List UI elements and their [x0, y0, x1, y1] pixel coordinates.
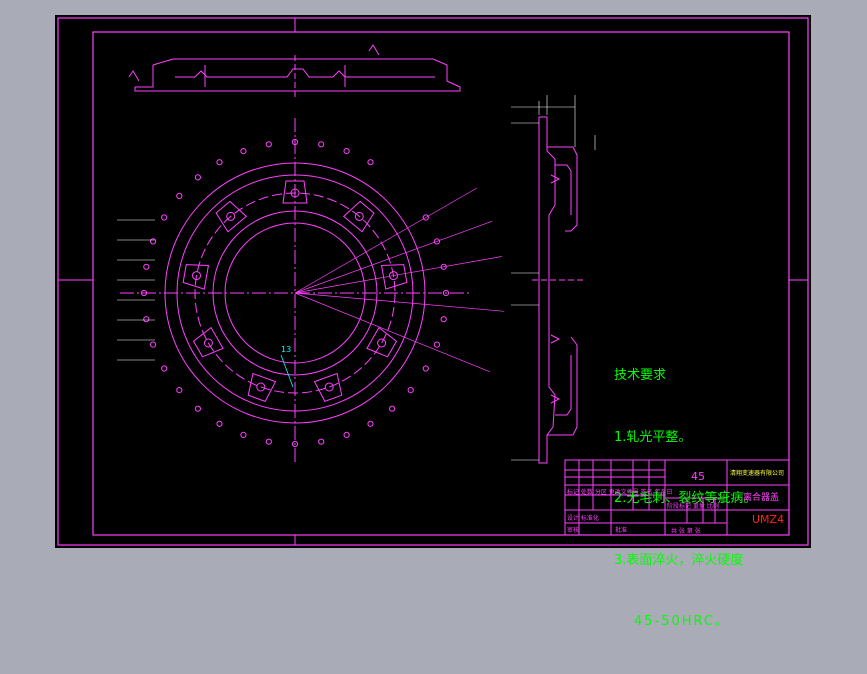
- flange-hole: [343, 148, 350, 155]
- lug-hole: [377, 338, 387, 348]
- top-profile-view: [134, 55, 461, 99]
- flange-hole: [194, 174, 201, 181]
- tech-req-item-4: 45-50HRC。: [634, 614, 731, 629]
- designer-row-label: 设计 标准化: [567, 515, 599, 522]
- cad-viewport: 技术要求 1.轧光平整。 2.无毛刺、裂纹等疵病。 3.表面淬火，淬火硬度 45…: [55, 15, 811, 629]
- flange-hole: [440, 316, 447, 323]
- flange-hole: [161, 365, 168, 372]
- lug-outline: [192, 326, 224, 358]
- material-label: 45: [691, 470, 705, 483]
- flange-hole: [150, 341, 157, 348]
- flange-hole: [407, 387, 414, 394]
- company-label: 清翔变速器有限公司: [730, 470, 785, 477]
- part-code-label: UMZ4: [752, 513, 785, 526]
- flange-hole: [318, 438, 325, 445]
- leader-line: [280, 354, 294, 388]
- lug-outline: [182, 264, 210, 290]
- flange-hole: [150, 238, 157, 245]
- part-name-label: 离合器盖: [743, 493, 780, 503]
- flange-hole: [318, 141, 325, 148]
- flange-hole: [433, 341, 440, 348]
- lug-outline: [313, 372, 343, 402]
- radial-dim-line: [294, 292, 505, 312]
- lug-outline: [342, 200, 375, 233]
- flange-hole: [216, 420, 223, 427]
- review-row-label: 审核: [567, 527, 580, 534]
- section-dimensions: [511, 95, 596, 461]
- flange-hole: [367, 159, 374, 166]
- tech-requirements: 技术要求 1.轧光平整。 2.无毛刺、裂纹等疵病。 3.表面淬火，淬火硬度 45…: [614, 325, 756, 674]
- flange-hole: [143, 263, 150, 270]
- surface-finish-marks: [128, 44, 380, 82]
- section-view: [532, 116, 585, 464]
- flange-hole: [389, 405, 396, 412]
- flange-hole: [240, 431, 247, 438]
- sheet-row-label: 共 张 第 张: [671, 528, 701, 535]
- leader-label: 13: [281, 345, 292, 354]
- flange-hole: [422, 365, 429, 372]
- flange-hole: [216, 159, 223, 166]
- radial-dim-line: [294, 220, 493, 294]
- flange-hole: [240, 148, 247, 155]
- tech-req-item-3: 3.表面淬火，淬火硬度: [614, 552, 744, 568]
- flange-hole: [265, 141, 272, 148]
- tech-req-item-1: 1.轧光平整。: [614, 429, 692, 445]
- approve-row-label: 批准: [615, 527, 628, 534]
- flange-hole: [176, 387, 183, 394]
- flange-hole: [367, 420, 374, 427]
- stage-row-label: 阶段标记 重量 比例: [667, 503, 719, 510]
- flange-hole: [176, 192, 183, 199]
- tech-requirements-title: 技术要求: [614, 368, 667, 383]
- flange-hole: [143, 316, 150, 323]
- flange-hole: [161, 214, 168, 221]
- flange-hole: [194, 405, 201, 412]
- flange-hole: [265, 438, 272, 445]
- front-view: [117, 118, 505, 463]
- header-row-label: 标记 处数 分区 更改文件号 签名 年月日: [567, 489, 673, 496]
- lug-outline: [215, 200, 248, 233]
- flange-hole: [343, 431, 350, 438]
- lug-outline: [247, 372, 277, 402]
